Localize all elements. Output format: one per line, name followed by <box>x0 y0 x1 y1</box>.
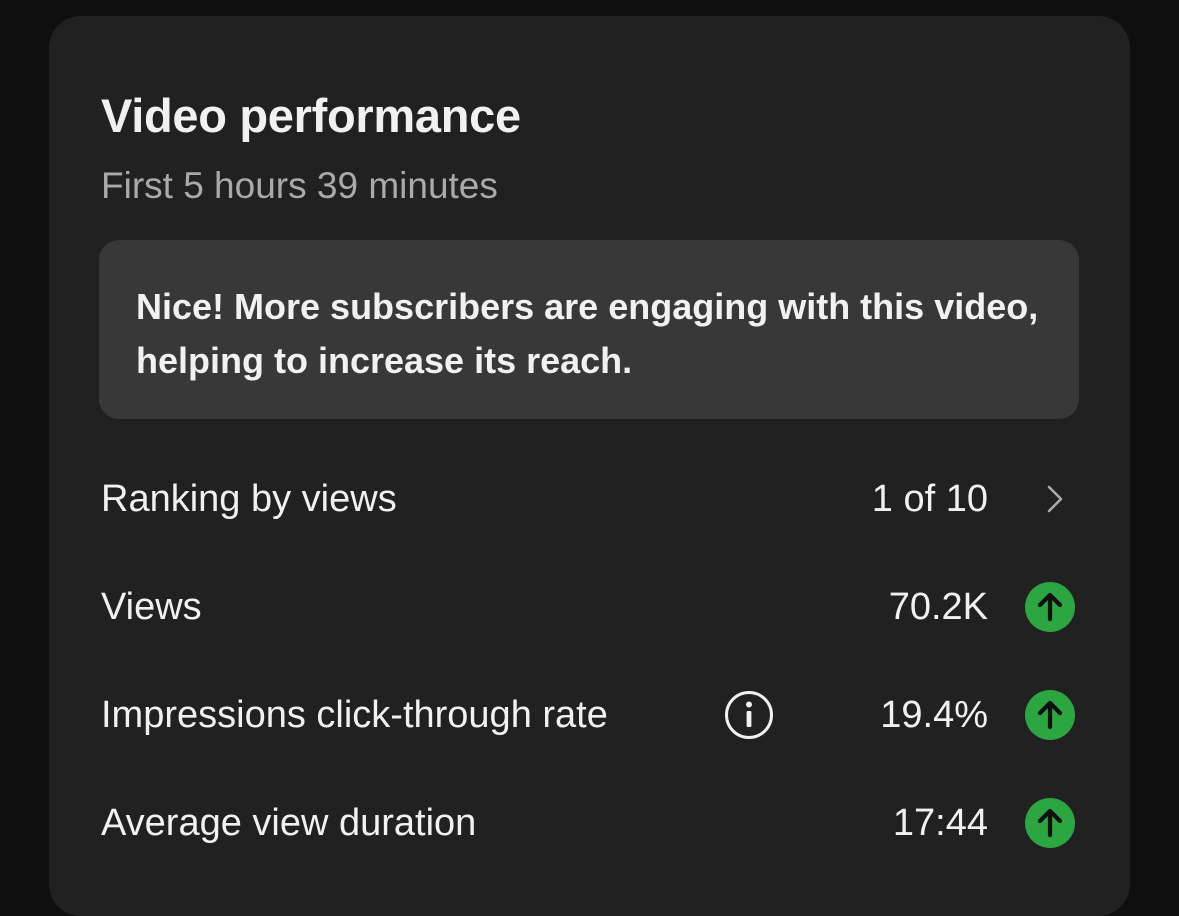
arrow-up-circle-icon <box>1025 798 1075 848</box>
ranking-label: Ranking by views <box>101 478 397 520</box>
card-title: Video performance <box>101 89 521 142</box>
arrow-up-circle-icon <box>1025 582 1075 632</box>
avg-duration-row: Average view duration 17:44 <box>49 793 1130 853</box>
video-performance-card: Video performance First 5 hours 39 minut… <box>49 16 1130 916</box>
chevron-right-icon[interactable] <box>1037 481 1073 517</box>
card-subtitle: First 5 hours 39 minutes <box>101 165 498 206</box>
arrow-up-circle-icon <box>1025 690 1075 740</box>
avg-duration-label: Average view duration <box>101 802 477 844</box>
ctr-value: 19.4% <box>880 694 988 736</box>
ranking-row[interactable]: Ranking by views 1 of 10 <box>49 469 1130 529</box>
ctr-label: Impressions click-through rate <box>101 694 608 736</box>
ranking-value: 1 of 10 <box>871 478 988 520</box>
views-label: Views <box>101 586 202 628</box>
views-value: 70.2K <box>888 586 988 628</box>
ctr-row: Impressions click-through rate 19.4% <box>49 685 1130 745</box>
insight-text: Nice! More subscribers are engaging with… <box>136 286 1039 381</box>
insight-box: Nice! More subscribers are engaging with… <box>99 240 1079 419</box>
avg-duration-value: 17:44 <box>892 802 988 844</box>
info-icon[interactable] <box>724 690 774 740</box>
views-row: Views 70.2K <box>49 577 1130 637</box>
